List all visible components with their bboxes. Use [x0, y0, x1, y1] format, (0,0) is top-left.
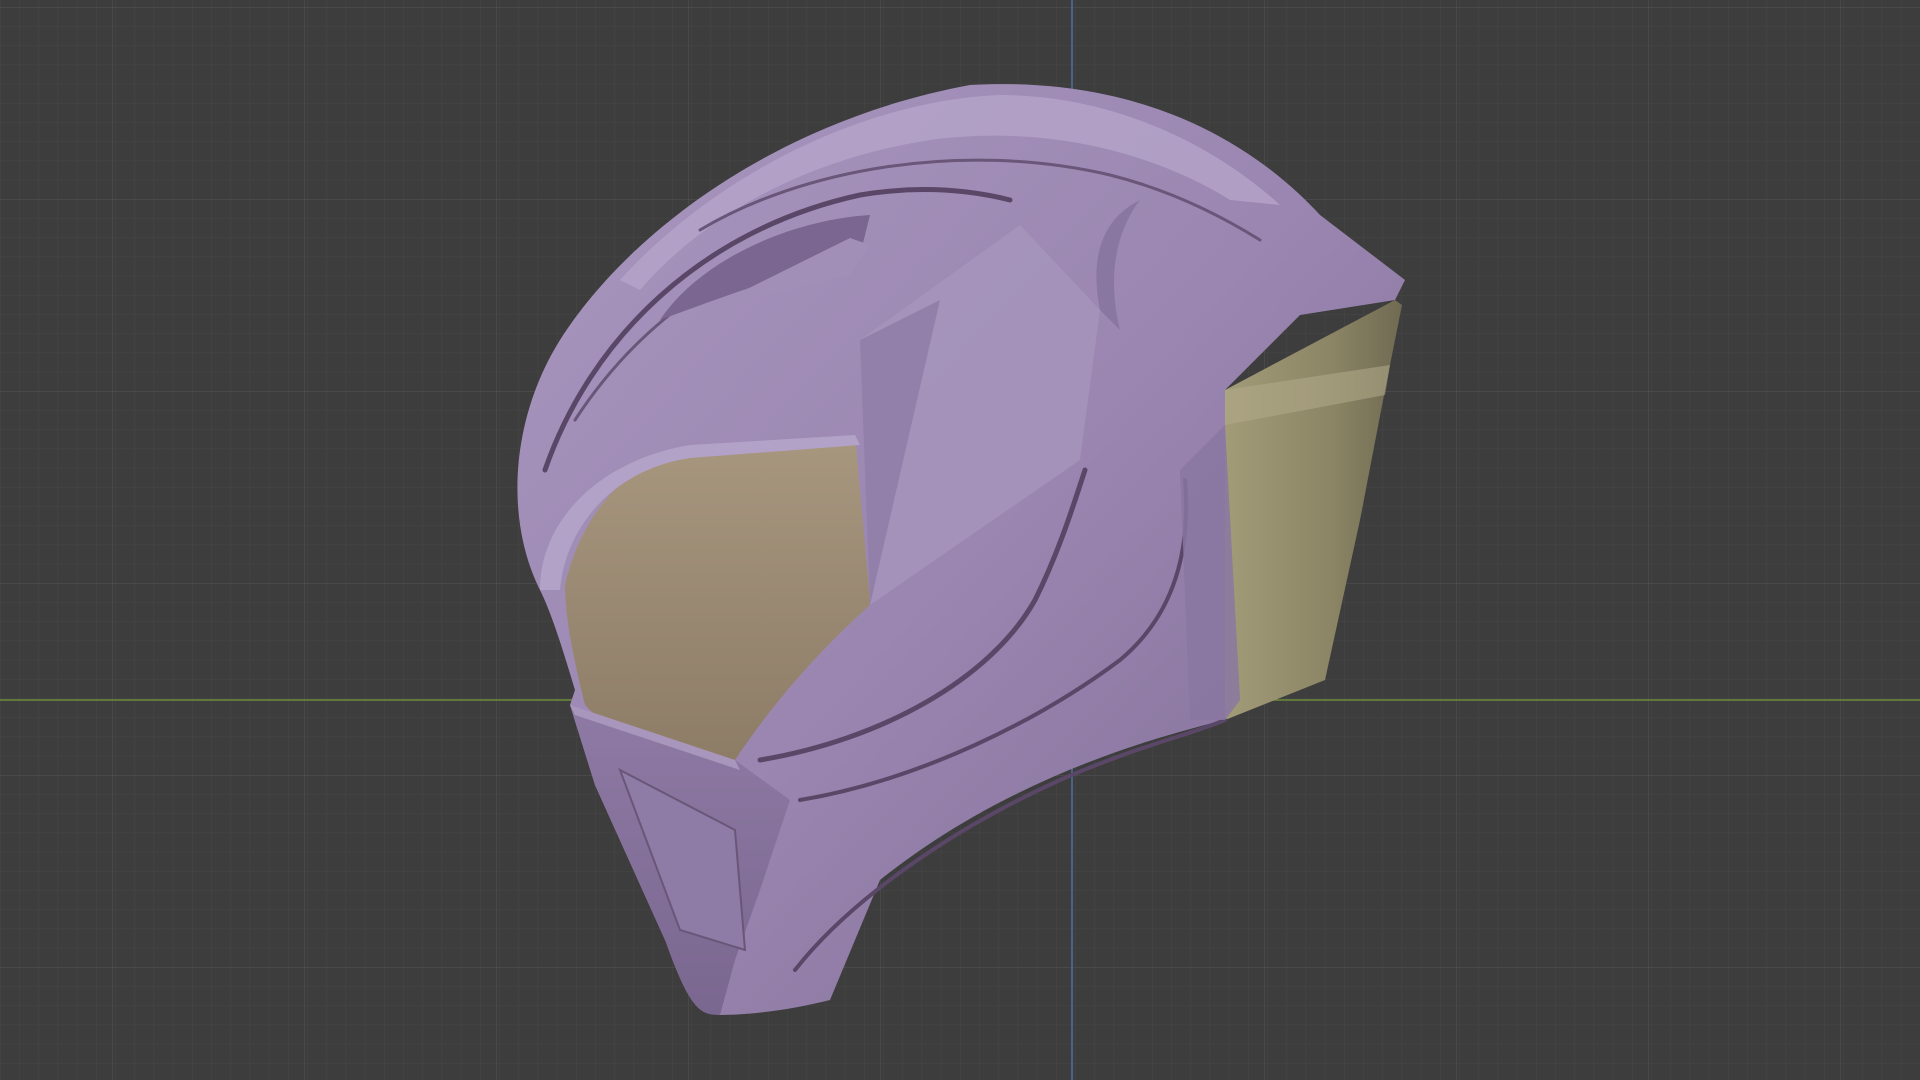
viewport-canvas[interactable] [0, 0, 1920, 1080]
3d-viewport[interactable] [0, 0, 1920, 1080]
